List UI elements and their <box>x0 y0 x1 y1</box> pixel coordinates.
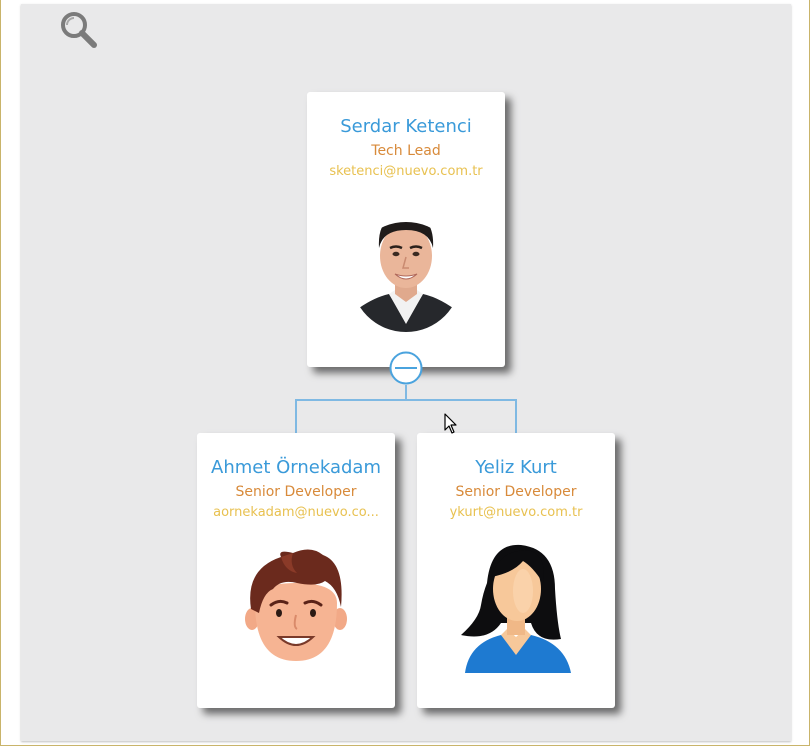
photo-man-avatar <box>351 222 461 332</box>
node-email: ykurt@nuevo.com.tr <box>449 505 583 520</box>
avatar <box>241 543 351 673</box>
search-button[interactable] <box>58 10 100 52</box>
node-email: sketenci@nuevo.com.tr <box>329 164 483 179</box>
collapse-toggle-button[interactable] <box>389 351 423 385</box>
node-name: Ahmet Örnekadam <box>211 457 381 478</box>
org-node-child[interactable]: Ahmet Örnekadam Senior Developer aorneka… <box>197 433 395 708</box>
node-title: Senior Developer <box>455 484 577 500</box>
search-icon <box>61 12 97 48</box>
node-name: Serdar Ketenci <box>340 116 472 137</box>
node-title: Tech Lead <box>371 143 441 159</box>
minus-circle-icon <box>389 351 423 385</box>
node-name: Yeliz Kurt <box>475 457 557 478</box>
org-node-child[interactable]: Yeliz Kurt Senior Developer ykurt@nuevo.… <box>417 433 615 708</box>
cartoon-man-avatar <box>245 549 347 661</box>
cartoon-woman-avatar <box>461 544 571 673</box>
node-email: aornekadam@nuevo.co... <box>213 505 379 520</box>
node-title: Senior Developer <box>235 484 357 500</box>
avatar <box>351 202 461 332</box>
org-node-root[interactable]: Serdar Ketenci Tech Lead sketenci@nuevo.… <box>307 92 505 367</box>
avatar <box>461 543 571 673</box>
